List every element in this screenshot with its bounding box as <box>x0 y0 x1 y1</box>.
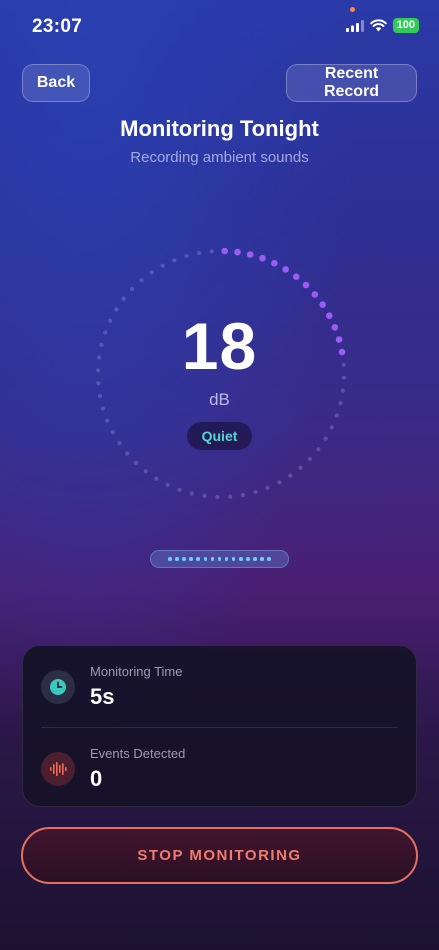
ring-dot <box>165 482 170 487</box>
ring-dot <box>215 494 220 500</box>
ring-dot <box>133 460 139 465</box>
events-detected-row: Events Detected 0 <box>23 728 416 808</box>
ring-dot <box>265 485 270 490</box>
ring-dot <box>196 250 202 256</box>
ring-dot <box>202 493 207 498</box>
waveform-dot <box>182 557 186 561</box>
waveform-dot <box>189 557 193 561</box>
ring-dot-active <box>221 248 228 255</box>
back-button[interactable]: Back <box>22 64 90 102</box>
ring-dot <box>154 476 159 481</box>
ring-dot <box>209 249 214 254</box>
ring-dot <box>130 286 135 292</box>
ring-dot <box>125 451 130 456</box>
ring-dot <box>139 278 144 283</box>
waveform-dot <box>203 557 208 561</box>
battery-icon: 100 <box>392 18 419 33</box>
ring-dot <box>105 418 110 423</box>
ring-dot <box>160 263 165 268</box>
monitoring-time-label: Monitoring Time <box>90 664 183 679</box>
ring-dot <box>277 480 282 485</box>
waveform-dot <box>260 557 264 561</box>
ring-dot <box>177 487 182 492</box>
recording-indicator-dot <box>350 7 355 12</box>
wifi-icon <box>369 19 387 32</box>
waveform-dot <box>239 557 243 561</box>
decibel-value: 18 <box>181 309 258 383</box>
ring-dot-active <box>246 251 254 258</box>
ring-dot <box>184 253 189 259</box>
ring-dot <box>172 258 177 263</box>
ring-dot <box>117 441 122 446</box>
page-title: Monitoring Tonight <box>120 116 319 141</box>
ring-dot-active <box>302 281 310 289</box>
waveform-dot <box>168 557 172 561</box>
ring-dot <box>228 494 233 499</box>
monitoring-time-value: 5s <box>90 684 115 709</box>
ring-dot <box>316 447 321 452</box>
ring-dot-active <box>259 254 266 262</box>
ring-dot <box>240 492 246 498</box>
stop-monitoring-button[interactable]: STOP MONITORING <box>21 827 418 884</box>
waveform-dot <box>231 557 236 561</box>
waveform-dot <box>175 557 179 561</box>
sound-wave-icon <box>41 752 75 786</box>
page-subtitle: Recording ambient sounds <box>130 149 309 166</box>
clock-icon <box>41 670 75 704</box>
noise-level-badge: Quiet <box>187 422 252 450</box>
status-icons: 100 <box>345 18 419 33</box>
ring-dot <box>298 465 303 470</box>
ring-dot <box>143 469 148 474</box>
ring-dot-active <box>271 259 278 267</box>
ring-dot <box>121 296 126 301</box>
ring-dot-active <box>311 291 319 298</box>
signal-icon <box>345 19 364 32</box>
waveform-dot <box>267 557 271 561</box>
waveform-dot <box>210 557 215 561</box>
ring-dot-active <box>234 248 241 256</box>
waveform-dot <box>196 557 200 561</box>
waveform-dot <box>224 557 229 561</box>
ring-dot <box>149 270 154 275</box>
ring-dot <box>288 473 293 478</box>
status-time: 23:07 <box>32 16 83 37</box>
events-detected-value: 0 <box>90 766 103 791</box>
ring-dot-active <box>292 273 300 280</box>
ring-dot <box>329 425 334 430</box>
stats-card: Monitoring Time 5s Events Detected 0 <box>22 645 417 807</box>
waveform-dot <box>246 557 250 561</box>
ring-dot <box>307 456 312 462</box>
events-detected-label: Events Detected <box>90 746 186 761</box>
waveform-dot <box>217 557 222 561</box>
ring-dot <box>334 413 339 418</box>
audio-waveform-indicator <box>150 550 289 568</box>
ring-dot <box>253 489 258 495</box>
ring-dot-active <box>282 266 289 273</box>
ring-dot <box>110 430 115 435</box>
decibel-unit: dB <box>209 390 230 409</box>
ring-dot <box>189 491 194 496</box>
ring-dot <box>323 436 328 441</box>
monitoring-time-row: Monitoring Time 5s <box>23 646 416 726</box>
waveform-dot <box>253 557 257 561</box>
recent-record-button[interactable]: Recent Record <box>286 64 417 102</box>
status-bar: 23:07 100 <box>0 0 439 54</box>
